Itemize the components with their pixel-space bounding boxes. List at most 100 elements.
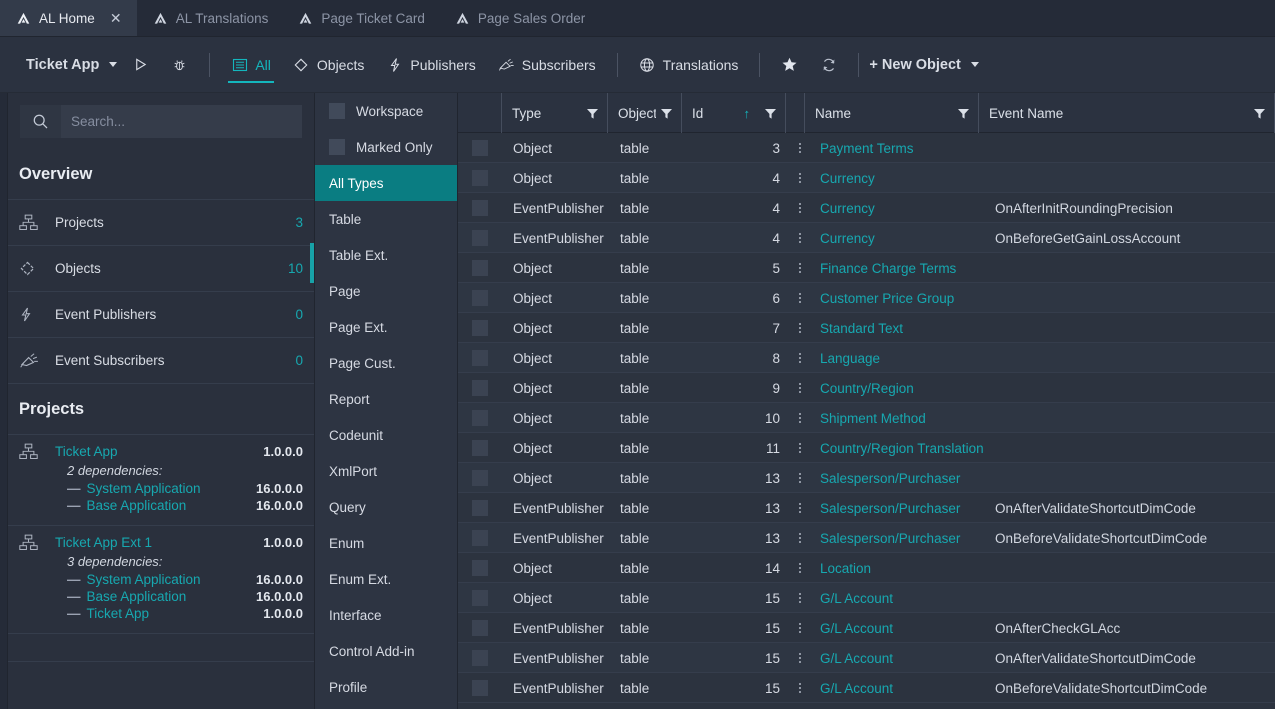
table-row[interactable]: Objecttable8Language bbox=[458, 343, 1275, 373]
search-box[interactable] bbox=[20, 105, 302, 138]
type-filter-item-xmlport[interactable]: XmlPort bbox=[315, 453, 457, 489]
row-checkbox[interactable] bbox=[472, 440, 488, 456]
dependency-row[interactable]: —Base Application16.0.0.0 bbox=[19, 588, 303, 605]
view-tab-publishers[interactable]: Publishers bbox=[375, 37, 486, 93]
row-menu-cell[interactable] bbox=[790, 553, 810, 583]
cell-name[interactable]: G/L Account bbox=[810, 673, 985, 703]
row-checkbox[interactable] bbox=[472, 290, 488, 306]
cell-name[interactable]: Country/Region Translation bbox=[810, 433, 985, 463]
dependency-name[interactable]: System Application bbox=[87, 481, 257, 496]
row-select-cell[interactable] bbox=[458, 553, 503, 583]
row-menu-cell[interactable] bbox=[790, 433, 810, 463]
row-menu-cell[interactable] bbox=[790, 343, 810, 373]
cell-name[interactable]: G/L Account bbox=[810, 643, 985, 673]
row-select-cell[interactable] bbox=[458, 193, 503, 223]
table-row[interactable]: EventPublishertable15G/L AccountOnAfterC… bbox=[458, 613, 1275, 643]
row-select-cell[interactable] bbox=[458, 673, 503, 703]
table-row[interactable]: Objecttable11Country/Region Translation bbox=[458, 433, 1275, 463]
overview-item-event-publishers[interactable]: Event Publishers0 bbox=[8, 292, 314, 338]
table-column-header-id[interactable]: Id↑ bbox=[681, 93, 786, 133]
dependency-row[interactable]: —System Application16.0.0.0 bbox=[19, 480, 303, 497]
type-filter-item-report[interactable]: Report bbox=[315, 381, 457, 417]
filter-icon[interactable] bbox=[764, 107, 777, 120]
cell-name[interactable]: Salesperson/Purchaser bbox=[810, 523, 985, 553]
row-menu-cell[interactable] bbox=[790, 163, 810, 193]
type-filter-item-page-cust-[interactable]: Page Cust. bbox=[315, 345, 457, 381]
cell-name[interactable]: Customer Price Group bbox=[810, 283, 985, 313]
sort-ascending-icon[interactable]: ↑ bbox=[744, 106, 751, 121]
more-options-icon[interactable] bbox=[799, 533, 801, 543]
row-checkbox[interactable] bbox=[472, 230, 488, 246]
cell-name[interactable]: G/L Account bbox=[810, 583, 985, 613]
type-filter-item-enum[interactable]: Enum bbox=[315, 525, 457, 561]
row-select-cell[interactable] bbox=[458, 523, 503, 553]
project-list-item[interactable]: Ticket App1.0.0.02 dependencies:—System … bbox=[8, 435, 314, 526]
table-row[interactable]: Objecttable15G/L Account bbox=[458, 583, 1275, 613]
table-row[interactable]: Objecttable10Shipment Method bbox=[458, 403, 1275, 433]
table-row[interactable]: EventPublishertable13Salesperson/Purchas… bbox=[458, 523, 1275, 553]
type-filter-item-control-add-in[interactable]: Control Add-in bbox=[315, 633, 457, 669]
row-menu-cell[interactable] bbox=[790, 283, 810, 313]
row-menu-cell[interactable] bbox=[790, 133, 810, 163]
close-icon[interactable]: ✕ bbox=[109, 11, 123, 25]
row-select-cell[interactable] bbox=[458, 253, 503, 283]
debug-button[interactable] bbox=[160, 37, 199, 93]
table-row[interactable]: Objecttable13Salesperson/Purchaser bbox=[458, 463, 1275, 493]
cell-name[interactable]: Currency bbox=[810, 193, 985, 223]
overview-item-event-subscribers[interactable]: Event Subscribers0 bbox=[8, 338, 314, 384]
type-filter-item-page[interactable]: Page bbox=[315, 273, 457, 309]
row-menu-cell[interactable] bbox=[790, 643, 810, 673]
project-name[interactable]: Ticket App Ext 1 bbox=[55, 535, 263, 550]
row-checkbox[interactable] bbox=[472, 620, 488, 636]
more-options-icon[interactable] bbox=[799, 593, 801, 603]
row-checkbox[interactable] bbox=[472, 140, 488, 156]
project-name[interactable]: Ticket App bbox=[55, 444, 263, 459]
row-checkbox[interactable] bbox=[472, 470, 488, 486]
new-object-button[interactable]: + New Object bbox=[869, 37, 982, 93]
table-column-header-menu[interactable] bbox=[785, 93, 805, 133]
view-tab-subscribers[interactable]: Subscribers bbox=[487, 37, 607, 93]
row-menu-cell[interactable] bbox=[790, 463, 810, 493]
more-options-icon[interactable] bbox=[799, 383, 801, 393]
dependency-row[interactable]: —System Application16.0.0.0 bbox=[19, 571, 303, 588]
row-menu-cell[interactable] bbox=[790, 583, 810, 613]
project-list-item[interactable]: Ticket App Ext 11.0.0.03 dependencies:—S… bbox=[8, 526, 314, 634]
cell-name[interactable]: Language bbox=[810, 343, 985, 373]
more-options-icon[interactable] bbox=[799, 353, 801, 363]
row-checkbox[interactable] bbox=[472, 260, 488, 276]
more-options-icon[interactable] bbox=[799, 683, 801, 693]
filter-icon[interactable] bbox=[957, 107, 970, 120]
row-select-cell[interactable] bbox=[458, 313, 503, 343]
app-selector-button[interactable]: Ticket App bbox=[26, 37, 121, 93]
editor-tab-al-home[interactable]: AL Home✕ bbox=[0, 0, 137, 36]
row-menu-cell[interactable] bbox=[790, 493, 810, 523]
cell-name[interactable]: Currency bbox=[810, 223, 985, 253]
more-options-icon[interactable] bbox=[799, 233, 801, 243]
cell-name[interactable]: Country/Region bbox=[810, 373, 985, 403]
more-options-icon[interactable] bbox=[799, 623, 801, 633]
type-filter-item-table-ext-[interactable]: Table Ext. bbox=[315, 237, 457, 273]
row-menu-cell[interactable] bbox=[790, 403, 810, 433]
dependency-name[interactable]: Base Application bbox=[87, 498, 257, 513]
row-select-cell[interactable] bbox=[458, 163, 503, 193]
table-row[interactable]: Objecttable7Standard Text bbox=[458, 313, 1275, 343]
type-filter-item-page-ext-[interactable]: Page Ext. bbox=[315, 309, 457, 345]
table-row[interactable]: Objecttable4Currency bbox=[458, 163, 1275, 193]
more-options-icon[interactable] bbox=[799, 443, 801, 453]
cell-name[interactable]: Finance Charge Terms bbox=[810, 253, 985, 283]
cell-name[interactable]: Shipment Method bbox=[810, 403, 985, 433]
row-select-cell[interactable] bbox=[458, 343, 503, 373]
row-checkbox[interactable] bbox=[472, 590, 488, 606]
dependency-name[interactable]: Base Application bbox=[87, 589, 257, 604]
dependency-row[interactable]: —Ticket App1.0.0.0 bbox=[19, 605, 303, 622]
filter-icon[interactable] bbox=[660, 107, 673, 120]
table-row[interactable]: EventPublishertable4CurrencyOnAfterInitR… bbox=[458, 193, 1275, 223]
type-filter-item-query[interactable]: Query bbox=[315, 489, 457, 525]
search-icon[interactable] bbox=[20, 105, 61, 138]
filter-icon[interactable] bbox=[586, 107, 599, 120]
editor-tab-page-sales-order[interactable]: Page Sales Order bbox=[439, 0, 599, 36]
cell-name[interactable]: G/L Account bbox=[810, 613, 985, 643]
row-checkbox[interactable] bbox=[472, 410, 488, 426]
row-checkbox[interactable] bbox=[472, 200, 488, 216]
row-checkbox[interactable] bbox=[472, 500, 488, 516]
